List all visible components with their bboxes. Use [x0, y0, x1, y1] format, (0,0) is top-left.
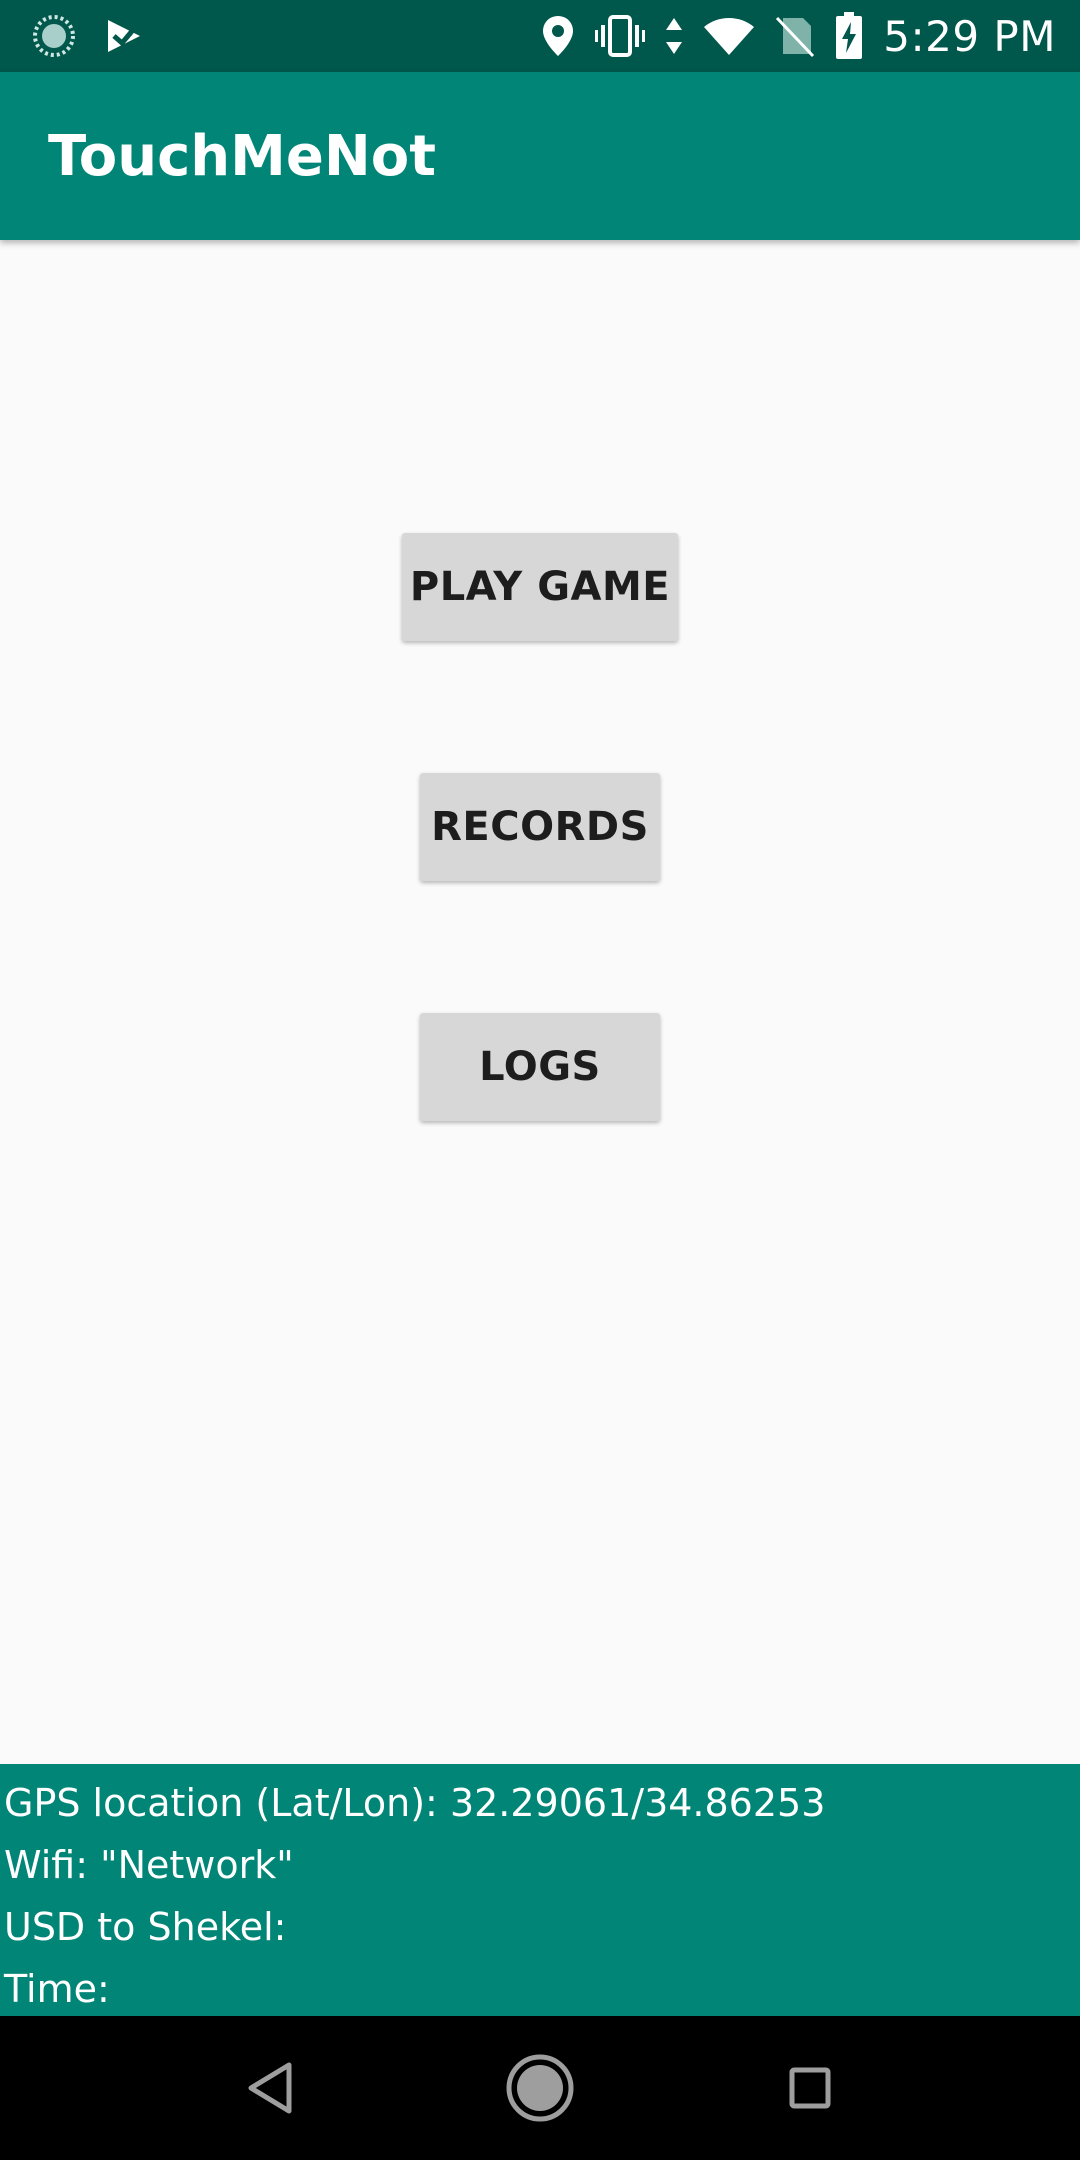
info-panel: GPS location (Lat/Lon): 32.29061/34.8625… [0, 1764, 1080, 2016]
usd-shekel-text: USD to Shekel: [4, 1905, 287, 1949]
logs-button[interactable]: LOGS [420, 1013, 660, 1121]
records-button[interactable]: RECORDS [420, 773, 660, 881]
play-store-icon [104, 16, 144, 56]
play-game-button[interactable]: PLAY GAME [402, 533, 678, 641]
recents-icon[interactable] [740, 2016, 880, 2160]
navigation-bar [0, 2016, 1080, 2160]
vibrate-icon [595, 14, 646, 58]
wifi-icon [703, 15, 755, 57]
location-icon [541, 14, 575, 58]
data-arrows-icon [665, 16, 683, 56]
wifi-text: Wifi: "Network" [4, 1843, 294, 1887]
time-text: Time: [4, 1967, 110, 2011]
status-time: 5:29 PM [883, 11, 1056, 61]
screen: 5:29 PM TouchMeNot PLAY GAME RECORDS LOG… [0, 0, 1080, 2160]
app-bar: TouchMeNot [0, 72, 1080, 240]
no-sim-icon [775, 14, 815, 58]
home-icon[interactable] [470, 2016, 610, 2160]
app-title: TouchMeNot [48, 123, 436, 189]
loading-spinner-icon [32, 14, 76, 58]
back-icon[interactable] [200, 2016, 340, 2160]
status-bar: 5:29 PM [0, 0, 1080, 72]
battery-charging-icon [835, 12, 863, 60]
gps-location-text: GPS location (Lat/Lon): 32.29061/34.8625… [4, 1781, 826, 1825]
